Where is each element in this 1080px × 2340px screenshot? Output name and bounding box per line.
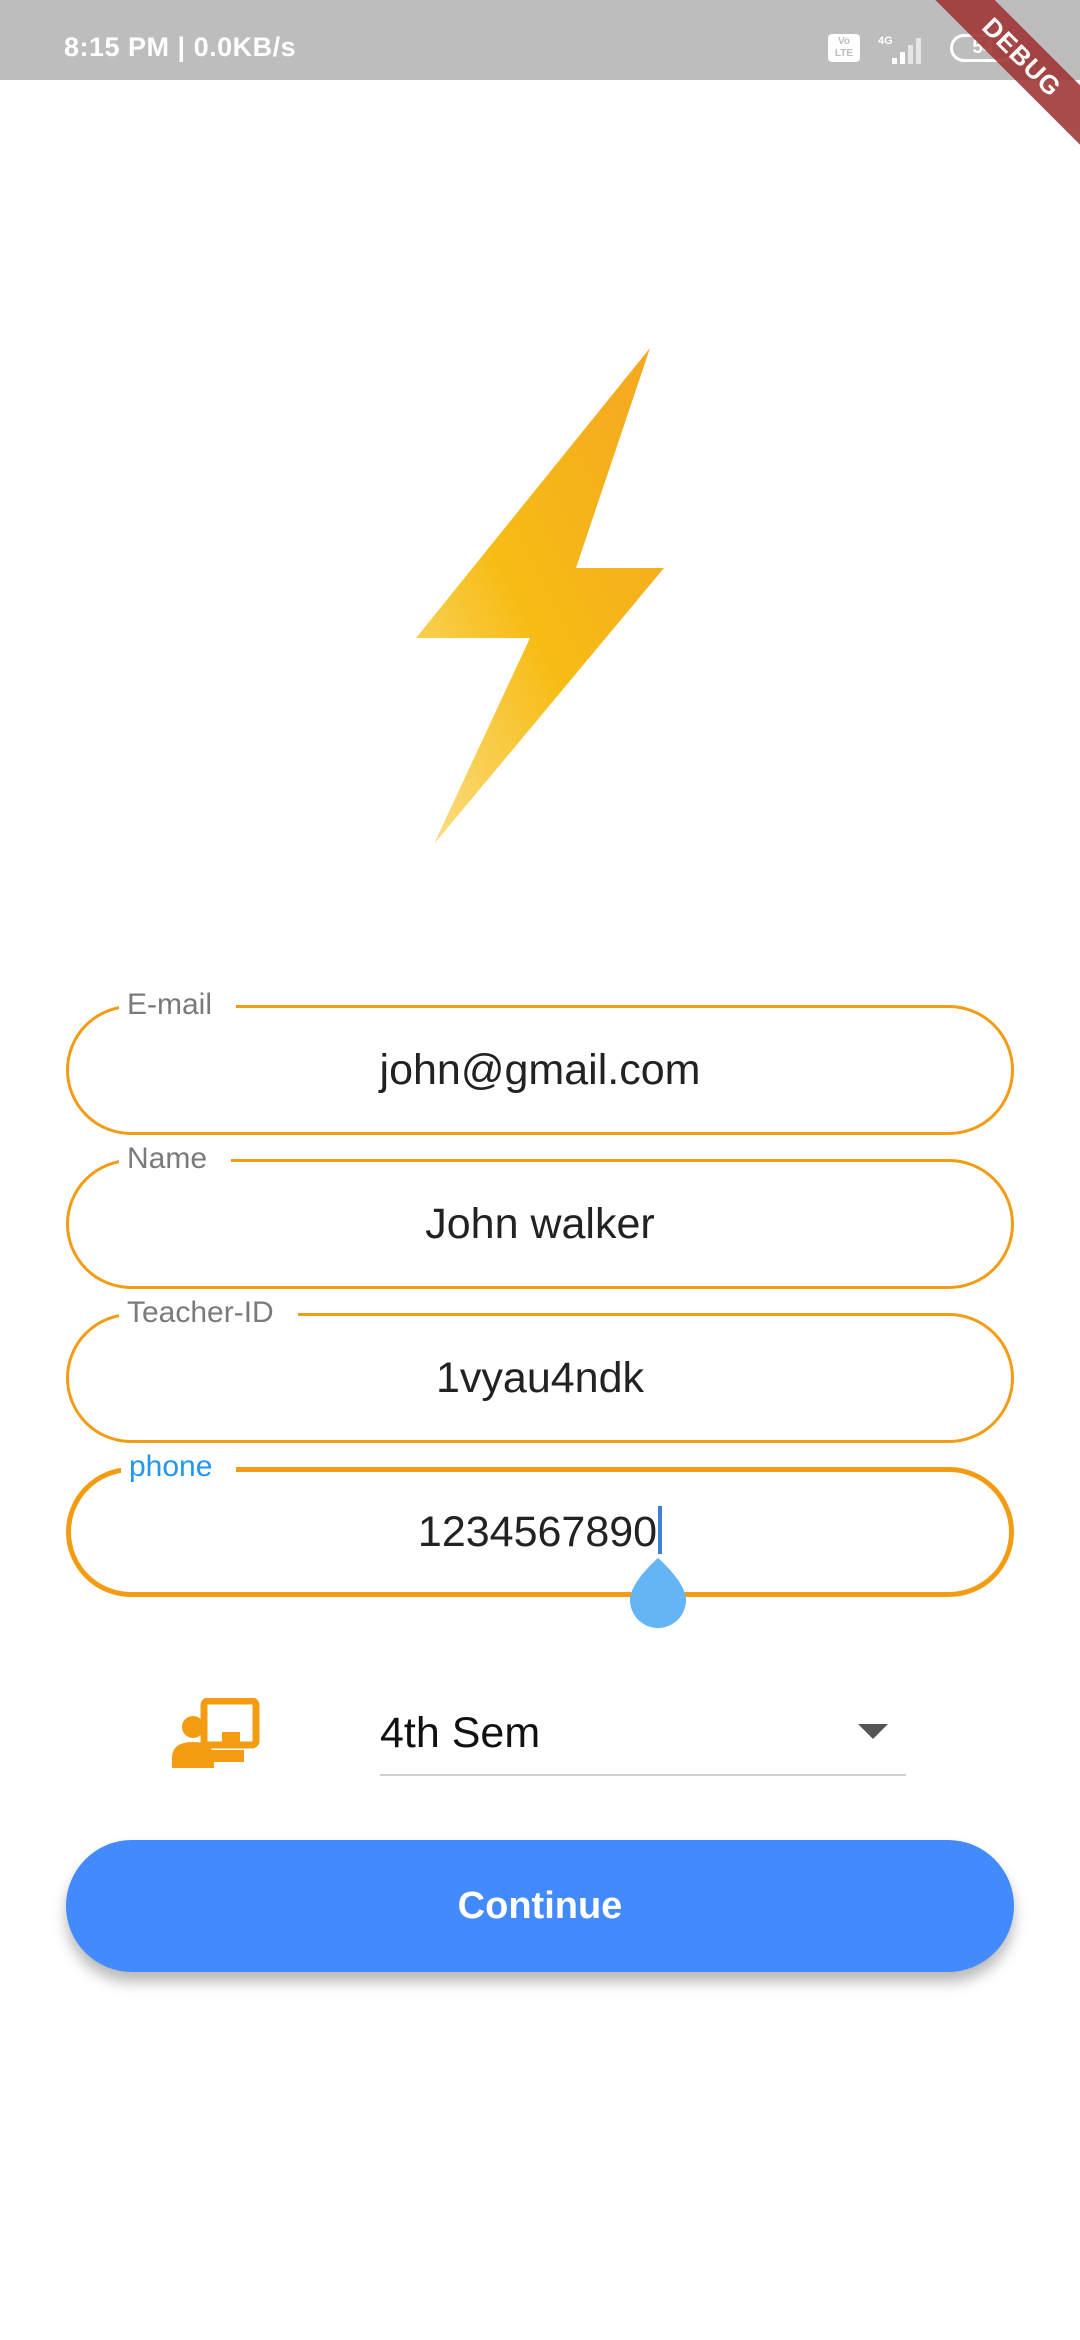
dropdown-arrow-icon xyxy=(858,1724,888,1739)
status-time-speed: 8:15 PM | 0.0KB/s xyxy=(64,32,297,62)
volte-icon: Vo LTE xyxy=(828,34,860,62)
signal-icon: 4G xyxy=(878,35,921,64)
network-type-text: 4G xyxy=(878,35,893,47)
name-field[interactable]: Name John walker xyxy=(66,1140,1014,1289)
screen: 8:15 PM | 0.0KB/s Vo LTE 4G 54 DEBUG E-m… xyxy=(0,0,1080,2340)
phone-label: phone xyxy=(121,1448,237,1486)
cursor-handle[interactable] xyxy=(628,1556,688,1628)
teacher-presentation-icon xyxy=(172,1698,260,1768)
text-cursor xyxy=(658,1506,663,1554)
email-field[interactable]: E-mail john@gmail.com xyxy=(66,986,1014,1135)
status-bar: 8:15 PM | 0.0KB/s Vo LTE 4G 54 DEBUG xyxy=(0,0,1080,157)
name-value: John walker xyxy=(425,1200,655,1248)
phone-field[interactable]: phone 1234567890 xyxy=(66,1448,1014,1597)
phone-value: 1234567890 xyxy=(417,1508,658,1556)
continue-button[interactable]: Continue xyxy=(66,1840,1014,1972)
debug-banner: DEBUG xyxy=(922,0,1080,157)
teacher-id-field[interactable]: Teacher-ID 1vyau4ndk xyxy=(66,1294,1014,1443)
semester-selected: 4th Sem xyxy=(380,1709,541,1757)
phone-value-row: 1234567890 xyxy=(71,1504,1009,1560)
teacher-id-value: 1vyau4ndk xyxy=(436,1354,644,1402)
name-label: Name xyxy=(119,1140,232,1178)
email-value: john@gmail.com xyxy=(379,1046,701,1094)
semester-dropdown[interactable]: 4th Sem xyxy=(380,1696,906,1776)
teacher-id-label: Teacher-ID xyxy=(119,1294,298,1332)
lightning-bolt-icon xyxy=(416,348,664,844)
email-label: E-mail xyxy=(119,986,237,1024)
